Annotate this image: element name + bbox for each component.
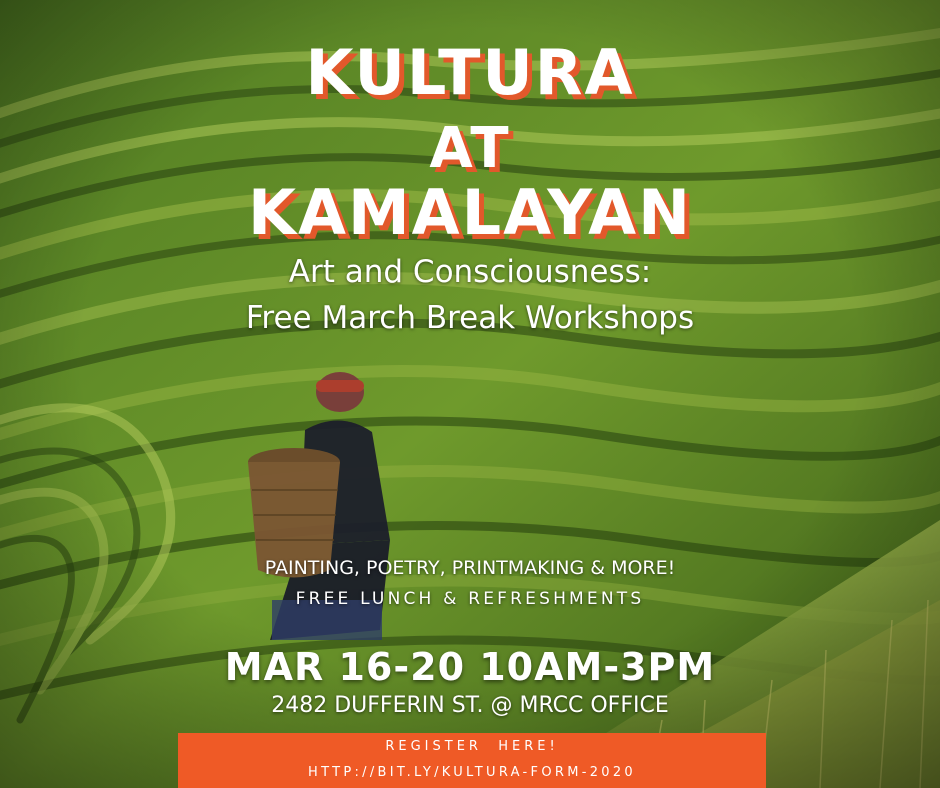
event-dates: MAR 16-20 10AM-3PM	[224, 645, 716, 689]
title-line-2: AT	[429, 116, 511, 181]
event-address: 2482 DUFFERIN ST. @ MRCC OFFICE	[271, 693, 669, 718]
register-label: REGISTER HERE!	[385, 739, 559, 754]
activities-text: PAINTING, POETRY, PRINTMAKING & MORE!	[264, 557, 676, 579]
register-banner[interactable]: REGISTER HERE! HTTP://BIT.LY/KULTURA-FOR…	[178, 733, 766, 788]
title-line-1: KULTURA	[305, 36, 635, 109]
perks-text: FREE LUNCH & REFRESHMENTS	[295, 589, 645, 609]
title-line-3: KAMALAYAN	[247, 176, 693, 249]
register-link[interactable]: HTTP://BIT.LY/KULTURA-FORM-2020	[178, 763, 766, 783]
subtitle-line-2: Free March Break Workshops	[245, 300, 695, 336]
event-poster: KULTURA AT KAMALAYAN Art and Consciousne…	[0, 0, 940, 788]
subtitle-line-1: Art and Consciousness:	[288, 254, 652, 290]
